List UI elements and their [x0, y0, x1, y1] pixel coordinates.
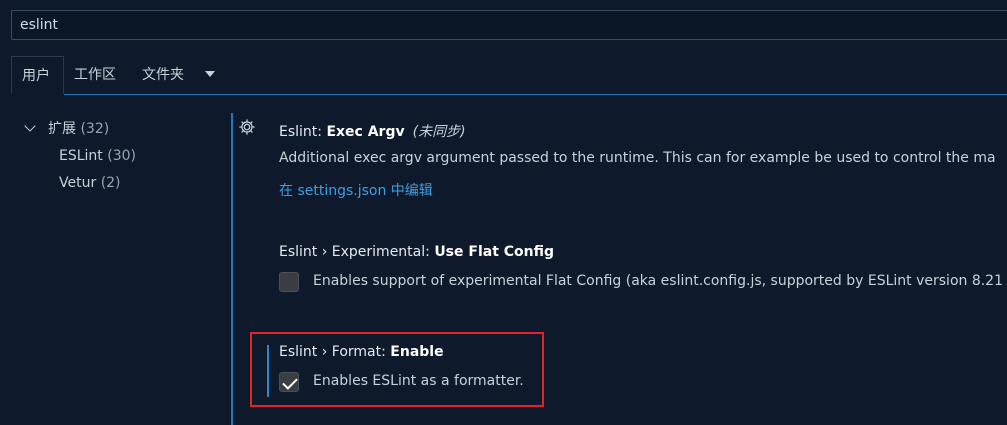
setting-prefix: Eslint › Experimental: [279, 244, 435, 260]
setting-title: Eslint › Experimental: Use Flat Config [279, 244, 554, 260]
tab-user[interactable]: 用户 [11, 56, 64, 94]
setting-name: Use Flat Config [434, 244, 555, 260]
chevron-down-icon[interactable] [205, 71, 215, 77]
setting-prefix: Eslint: [279, 124, 327, 140]
setting-exec-argv: Eslint: Exec Argv (未同步) Additional exec a… [279, 121, 996, 200]
toc-count: (30) [107, 148, 136, 164]
toc-count: (32) [80, 121, 110, 137]
toc-item-vetur[interactable]: Vetur (2) [20, 172, 210, 199]
setting-name: Exec Argv [326, 124, 405, 140]
sync-status: (未同步) [412, 124, 466, 140]
tab-underline [64, 94, 1007, 95]
gear-icon[interactable] [238, 118, 256, 136]
setting-description: Additional exec argv argument passed to … [279, 150, 996, 166]
tab-folder[interactable]: 文件夹 [132, 56, 194, 94]
settings-scope-tabs: 用户 工作区 文件夹 [11, 56, 1007, 96]
annotation-highlight-box [250, 332, 544, 407]
toc-count: (2) [100, 175, 121, 191]
search-input-value: eslint [20, 17, 59, 33]
use-flat-config-checkbox[interactable] [279, 272, 299, 292]
chevron-down-icon [24, 120, 36, 132]
toc-item-eslint[interactable]: ESLint (30) [20, 145, 210, 172]
setting-title: Eslint: Exec Argv (未同步) [279, 121, 996, 141]
setting-description: Enables support of experimental Flat Con… [313, 273, 1003, 289]
sash-divider[interactable] [231, 113, 233, 425]
toc-label: Vetur [59, 175, 97, 191]
toc-label: 扩展 [48, 121, 76, 137]
toc-label: ESLint [59, 148, 103, 164]
edit-in-settings-json-link[interactable]: 在 settings.json 中编辑 [279, 180, 996, 200]
settings-search-input[interactable]: eslint [11, 10, 1007, 40]
settings-toc-sidebar: 扩展 (32) ESLint (30) Vetur (2) [20, 118, 210, 199]
tab-workspace[interactable]: 工作区 [64, 56, 126, 94]
toc-item-extensions[interactable]: 扩展 (32) [20, 118, 210, 145]
setting-use-flat-config: Eslint › Experimental: Use Flat Config [279, 244, 554, 260]
